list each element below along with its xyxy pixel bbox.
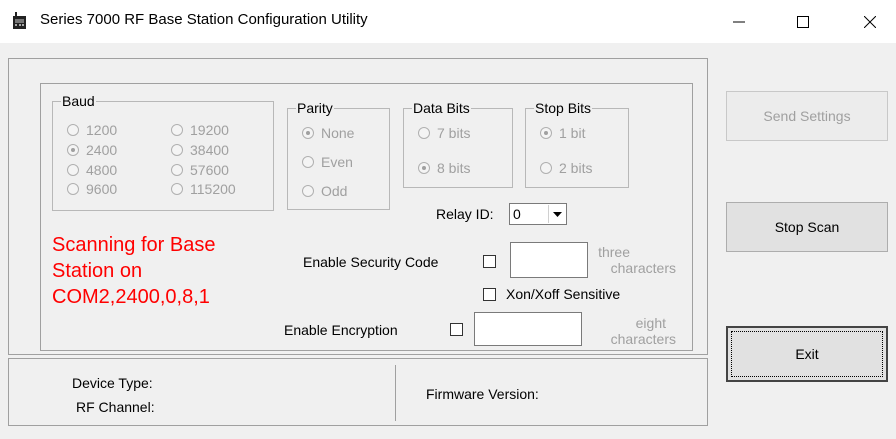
baud-radio-4800[interactable]: 4800 <box>67 162 117 178</box>
security-code-hint: three characters <box>598 244 676 276</box>
stop-bits-legend: Stop Bits <box>534 100 593 116</box>
device-info-panel <box>8 358 708 426</box>
radio-device-icon <box>12 12 28 30</box>
rf-channel-label: RF Channel: <box>76 399 155 415</box>
title-bar: Series 7000 RF Base Station Configuratio… <box>0 0 896 43</box>
baud-radio-57600[interactable]: 57600 <box>171 162 229 178</box>
data-bits-group: Data Bits <box>403 100 513 188</box>
security-code-checkbox[interactable] <box>483 255 496 268</box>
scan-status-message: Scanning for Base Station on COM2,2400,0… <box>52 234 216 308</box>
close-button[interactable] <box>847 0 893 43</box>
maximize-icon <box>797 15 809 28</box>
parity-legend: Parity <box>296 100 334 116</box>
stop-bits-radio-1[interactable]: 1 bit <box>540 125 585 141</box>
baud-radio-115200[interactable]: 115200 <box>171 181 236 197</box>
relay-id-value: 0 <box>513 206 521 222</box>
minimize-button[interactable] <box>716 0 762 43</box>
stop-bits-group: Stop Bits <box>525 100 629 188</box>
baud-radio-2400[interactable]: 2400 <box>67 142 117 158</box>
footer-divider <box>395 365 396 421</box>
exit-button[interactable]: Exit <box>726 326 888 382</box>
stop-bits-radio-2[interactable]: 2 bits <box>540 160 592 176</box>
send-settings-button[interactable]: Send Settings <box>726 91 888 141</box>
encryption-key-input[interactable] <box>474 312 582 346</box>
relay-id-select[interactable]: 0 <box>509 203 567 225</box>
chevron-down-icon[interactable] <box>548 205 565 223</box>
maximize-button[interactable] <box>780 0 826 43</box>
parity-radio-even[interactable]: Even <box>302 154 353 170</box>
minimize-icon <box>733 21 745 22</box>
relay-id-label: Relay ID: <box>436 206 494 222</box>
encryption-hint: eight characters <box>610 315 676 347</box>
device-type-label: Device Type: <box>72 375 153 391</box>
data-bits-radio-8[interactable]: 8 bits <box>418 160 470 176</box>
data-bits-legend: Data Bits <box>412 100 471 116</box>
close-icon <box>864 15 876 28</box>
baud-radio-1200[interactable]: 1200 <box>67 122 117 138</box>
stop-scan-button[interactable]: Stop Scan <box>726 202 888 252</box>
window-title: Series 7000 RF Base Station Configuratio… <box>40 11 368 28</box>
parity-radio-odd[interactable]: Odd <box>302 183 347 199</box>
baud-radio-9600[interactable]: 9600 <box>67 181 117 197</box>
xon-xoff-label: Xon/Xoff Sensitive <box>506 286 621 302</box>
firmware-version-label: Firmware Version: <box>426 386 539 402</box>
security-code-input[interactable] <box>510 242 588 278</box>
baud-radio-38400[interactable]: 38400 <box>171 142 229 158</box>
data-bits-radio-7[interactable]: 7 bits <box>418 125 470 141</box>
xon-xoff-checkbox[interactable] <box>483 288 496 301</box>
encryption-label: Enable Encryption <box>284 322 398 338</box>
baud-legend: Baud <box>61 93 96 109</box>
baud-radio-19200[interactable]: 19200 <box>171 122 229 138</box>
security-code-label: Enable Security Code <box>303 254 439 270</box>
parity-radio-none[interactable]: None <box>302 125 354 141</box>
encryption-checkbox[interactable] <box>450 323 463 336</box>
